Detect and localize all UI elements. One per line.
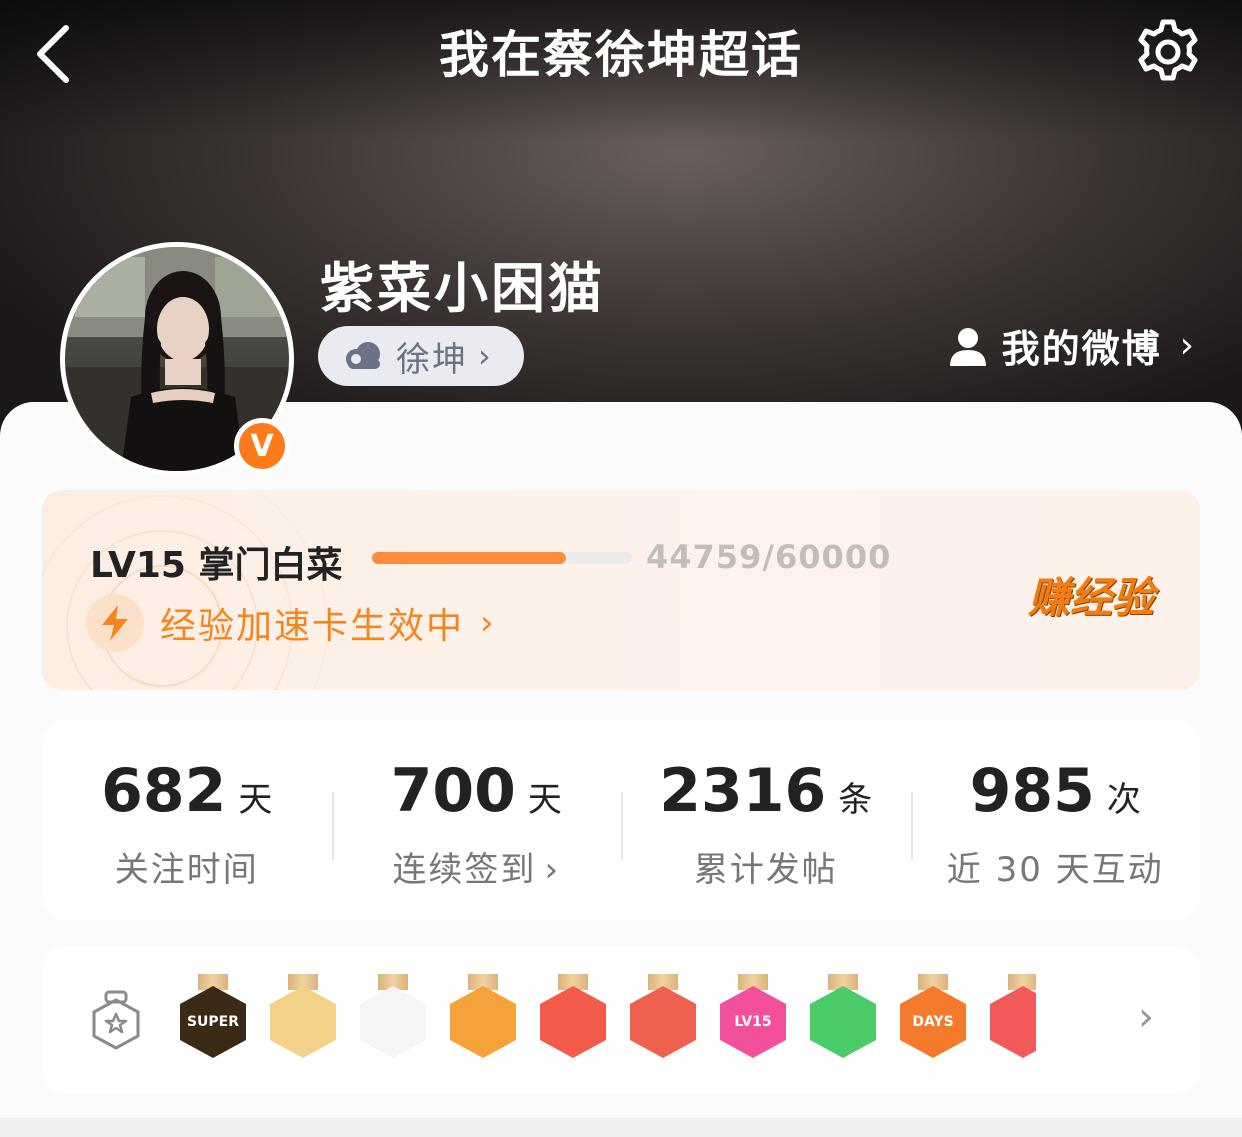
rabbit-medal[interactable] (536, 974, 610, 1062)
person-icon (949, 327, 986, 366)
stat-unit: 次 (1106, 780, 1141, 820)
hand-medal[interactable] (806, 974, 880, 1062)
level-progress-bar (372, 552, 632, 564)
settings-button[interactable] (1132, 16, 1204, 88)
stat-value: 2316 (659, 756, 827, 826)
back-button[interactable] (28, 20, 88, 90)
my-weibo-label: 我的微博 (1001, 327, 1162, 371)
stat-label: 连续签到 (392, 850, 537, 890)
level-progress-text: 44759/60000 (646, 538, 892, 576)
stat-recent-interactions: 985 次 近 30 天互动 (910, 720, 1201, 920)
medal-face (360, 986, 426, 1058)
stat-label: 关注时间 (114, 850, 259, 890)
lightning-icon (86, 594, 144, 652)
stat-total-posts: 2316 条 累计发帖 (621, 720, 911, 920)
fan-tag-button[interactable]: 徐坤 › (318, 326, 524, 386)
level-progress-fill (372, 552, 566, 564)
anime-avatar-medal[interactable] (266, 974, 340, 1062)
boost-card-link[interactable]: 经验加速卡生效中 › (86, 594, 494, 652)
verified-badge: V (234, 418, 290, 474)
cloud-icon (346, 342, 380, 369)
cat-medal[interactable] (626, 974, 700, 1062)
medal-face: DAYS (900, 986, 966, 1058)
stat-value: 682 (101, 756, 227, 826)
medal-star-icon (92, 990, 140, 1050)
stat-follow-days: 682 天 关注时间 (42, 720, 332, 920)
level-name: LV15 掌门白菜 (90, 545, 343, 586)
medal-face (630, 986, 696, 1058)
chevron-right-icon: › (1179, 325, 1194, 366)
page-title: 我在蔡徐坤超话 (439, 26, 803, 84)
trophy-medal[interactable] (986, 974, 1036, 1062)
super-medal[interactable]: SUPER (176, 974, 250, 1062)
chevron-right-icon: › (480, 603, 494, 643)
chevron-left-icon (37, 25, 69, 83)
bottom-strip (0, 1118, 1242, 1137)
level-card[interactable]: LV15 掌门白菜 44759/60000 经验加速卡生效中 › 赚经验 (42, 490, 1200, 690)
chevron-right-icon: › (478, 337, 491, 375)
stat-label: 累计发帖 (693, 850, 838, 890)
stat-value: 700 (390, 756, 516, 826)
medal-face: SUPER (180, 986, 246, 1058)
earn-exp-button[interactable]: 赚经验 (1028, 564, 1154, 625)
medal-face (810, 986, 876, 1058)
gear-icon (1138, 19, 1198, 81)
100-days-medal[interactable]: DAYS (896, 974, 970, 1062)
medals-row: SUPER LV15 DAYS (176, 974, 1036, 1064)
username: 紫菜小困猫 (320, 257, 605, 320)
chevron-right-icon: › (544, 850, 561, 890)
stat-label-wrap: 连续签到 › (332, 842, 622, 891)
stat-unit: 条 (838, 780, 873, 820)
fan-tag-label: 徐坤 (396, 339, 468, 380)
stat-label: 近 30 天互动 (946, 850, 1164, 890)
stat-checkin-streak[interactable]: 700 天 连续签到 › (331, 720, 622, 920)
stats-card: 682 天 关注时间 700 天 连续签到 › 2316 条 累计发帖 985 次 近 3… (42, 720, 1200, 920)
medal-face (450, 986, 516, 1058)
stat-value: 985 (969, 756, 1095, 826)
chevron-right-icon[interactable]: › (1138, 994, 1154, 1040)
avatar[interactable]: V (60, 242, 294, 476)
medal-face (270, 986, 336, 1058)
rings-decoration (42, 490, 328, 690)
top-bar: 我在蔡徐坤超话 (0, 0, 1242, 110)
crown-medal[interactable] (446, 974, 520, 1062)
medal-face: LV15 (720, 986, 786, 1058)
boost-label: 经验加速卡生效中 (160, 606, 465, 647)
medal-face (990, 986, 1036, 1058)
lv15-medal[interactable]: LV15 (716, 974, 790, 1062)
medals-card[interactable]: SUPER LV15 DAYS › (42, 946, 1200, 1094)
cowboy-hat-medal[interactable] (356, 974, 430, 1062)
stat-unit: 天 (527, 780, 562, 820)
medal-face (540, 986, 606, 1058)
stat-unit: 天 (238, 780, 273, 820)
my-weibo-link[interactable]: 我的微博 › (948, 318, 1194, 373)
